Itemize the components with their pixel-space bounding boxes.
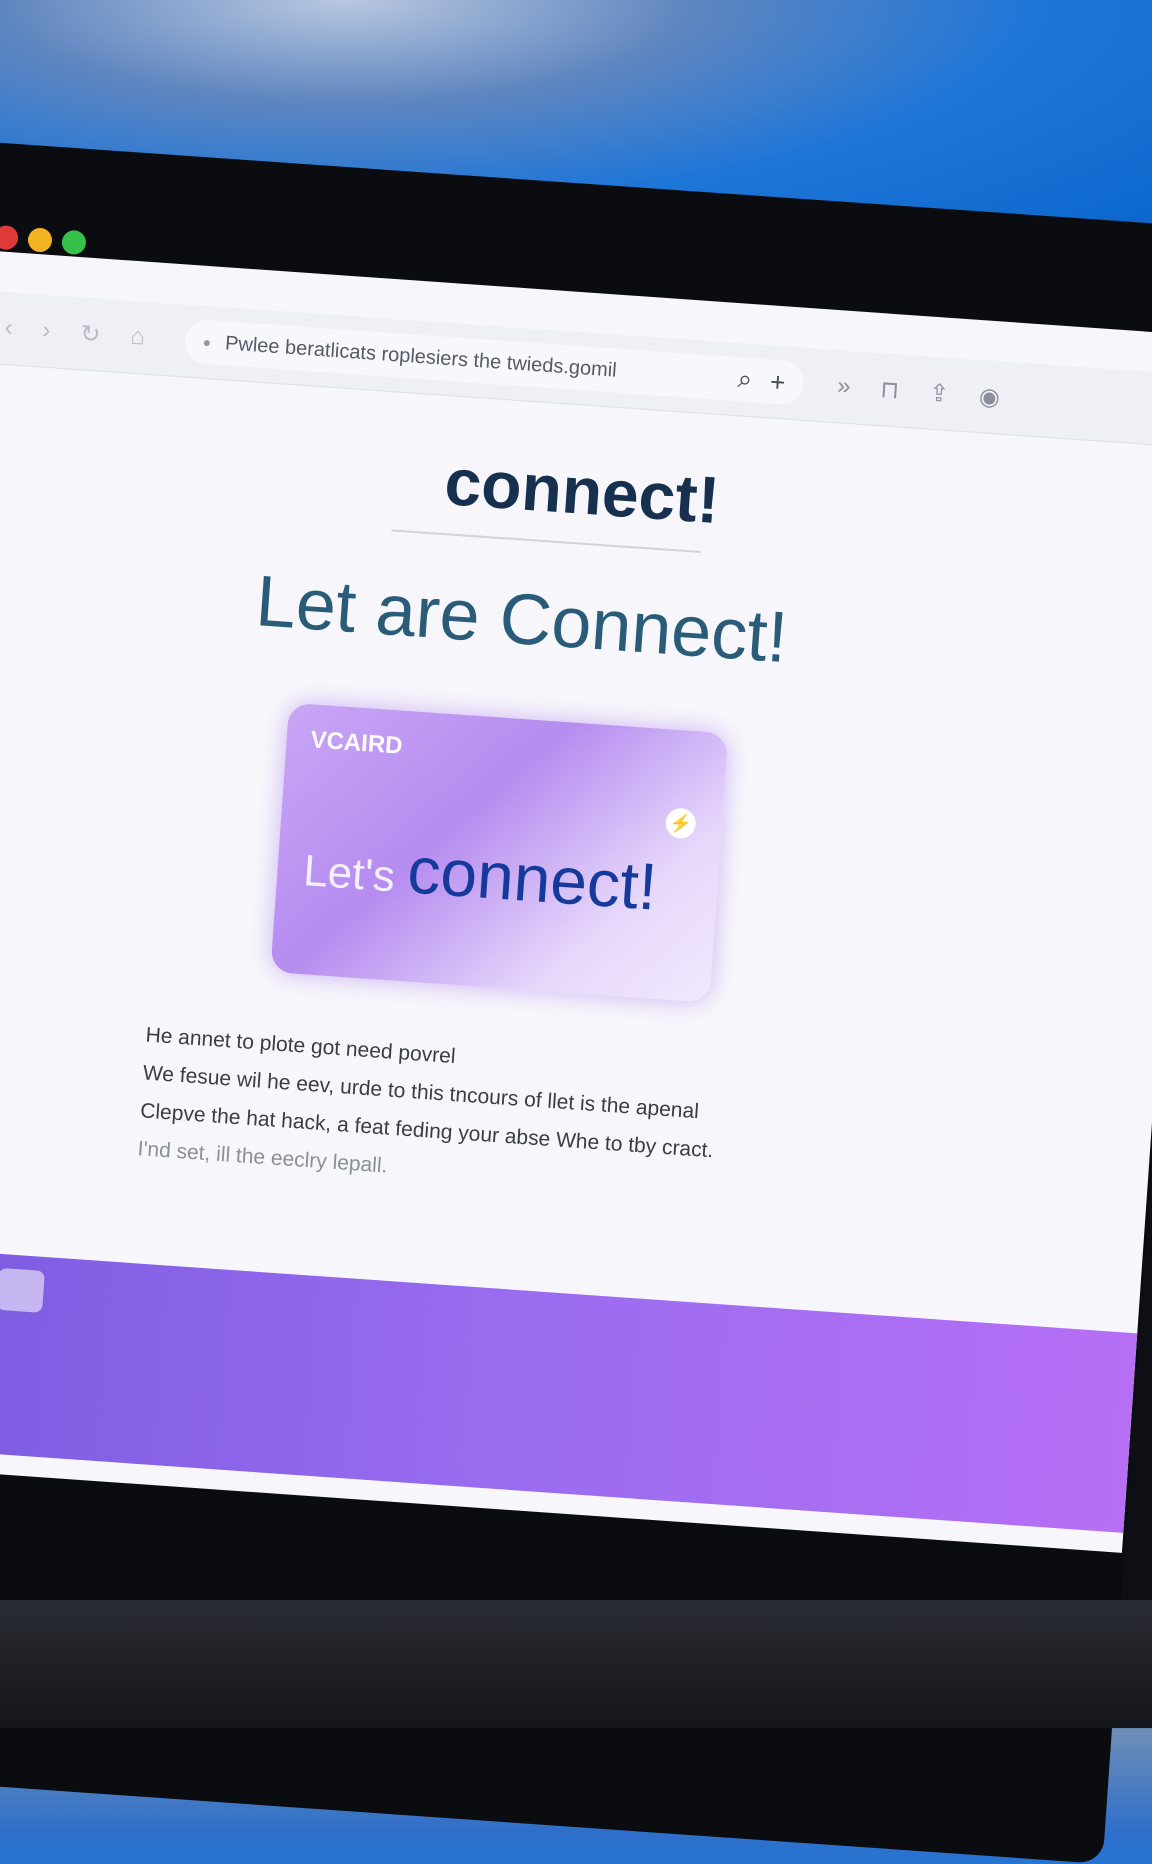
page-heading: connect! [442,444,722,538]
bookmark-icon[interactable]: ⊓ [879,375,901,405]
extensions-icon[interactable]: ◉ [978,382,1001,412]
share-icon[interactable]: ⇪ [928,378,950,408]
more-chevrons-icon[interactable]: » [836,372,851,402]
minimize-window-button[interactable] [27,227,53,253]
vcard[interactable]: VCAIRD ⚡ Let's connect! [270,702,729,1003]
nav-buttons: ‹ › ↻ ⌂ [0,311,146,352]
vcard-title-lead: Let's [301,846,397,902]
browser-window: ‹ › ↻ ⌂ ● Pwlee beratlicats roplesiers t… [0,250,1152,1553]
laptop-keyboard [0,1600,1152,1728]
body-text: He annet to plote got need povrel We fes… [136,1023,765,1218]
toolbar-actions: » ⊓ ⇪ ◉ [836,372,1001,412]
vcard-label: VCAIRD [309,726,404,760]
address-bar[interactable]: ● Pwlee beratlicats roplesiers the twied… [183,318,805,406]
taskbar-icons [0,1263,45,1313]
search-icon[interactable]: ⌕ [737,363,754,396]
back-icon[interactable]: ‹ [4,313,14,342]
lock-icon: ● [202,333,212,351]
lightning-icon[interactable]: ⚡ [664,807,697,840]
app-icon-2[interactable] [0,1267,45,1313]
forward-icon[interactable]: › [42,316,52,345]
reload-icon[interactable]: ↻ [79,319,101,349]
vcard-title-main: connect! [405,832,660,924]
maximize-window-button[interactable] [61,229,87,256]
vcard-title: Let's connect! [301,824,660,924]
home-icon[interactable]: ⌂ [129,322,146,352]
plus-icon[interactable]: + [769,366,786,398]
close-window-button[interactable] [0,224,19,251]
hero-title: Let are Connect! [253,561,791,679]
address-url[interactable]: Pwlee beratlicats roplesiers the twieds.… [224,332,720,390]
